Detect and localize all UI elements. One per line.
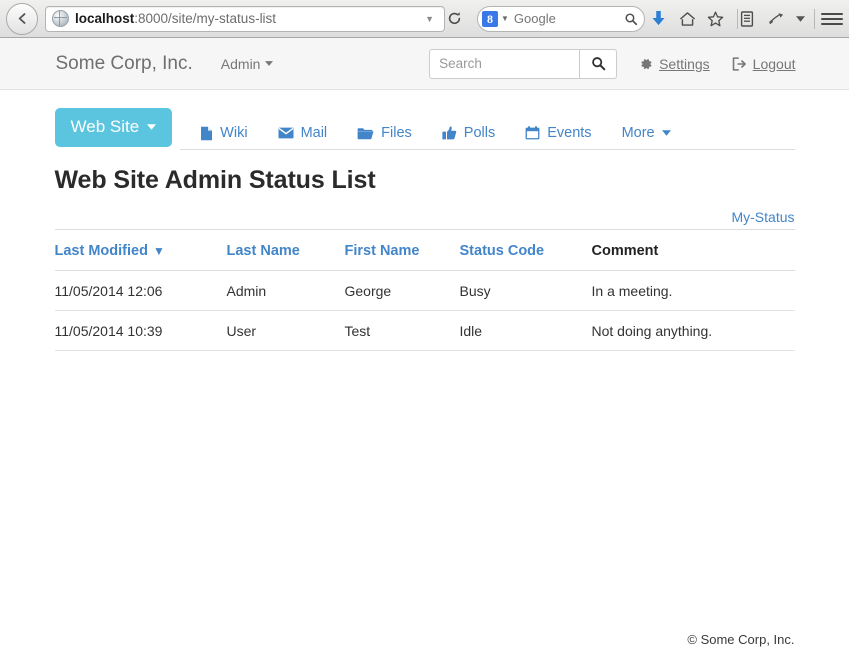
download-icon[interactable] [651,10,679,27]
browser-search-placeholder: Google [513,11,556,26]
sort-last-name-link[interactable]: Last Name [227,243,300,259]
nav-item-wiki[interactable]: Wiki [200,125,248,141]
envelope-icon [278,127,294,139]
url-path: :8000/site/my-status-list [134,11,277,26]
toolbar-divider [737,8,738,29]
nav-item-mail[interactable]: Mail [278,125,328,141]
settings-label: Settings [659,55,710,72]
search-engine-caret-icon[interactable]: ▼ [501,14,509,23]
sort-first-name-link[interactable]: First Name [345,243,420,259]
cell-last-name: Admin [226,270,345,311]
main-navigation: Web Site Wiki Mail Files Polls Events Mo… [54,90,795,150]
chevron-down-icon [265,61,274,66]
brand-title[interactable]: Some Corp, Inc. [56,53,193,75]
nav-item-events-label: Events [547,125,592,141]
address-bar-url: localhost:8000/site/my-status-list [75,11,421,26]
address-dropdown-icon[interactable]: ▼ [421,14,440,24]
sign-out-icon [732,56,747,71]
cell-status-code: Busy [459,270,592,311]
sort-descending-icon: ▼ [152,244,165,258]
nav-item-polls-label: Polls [463,125,496,141]
logout-label: Logout [752,55,796,72]
footer-copyright: © Some Corp, Inc. [687,632,795,647]
caret-down-icon [147,124,157,130]
cell-comment: Not doing anything. [591,310,795,351]
address-bar[interactable]: localhost:8000/site/my-status-list ▼ [45,5,445,32]
settings-link[interactable]: Settings [639,56,710,72]
reload-icon[interactable] [447,11,467,26]
chevron-down-icon-more [661,130,671,136]
nav-links: Wiki Mail Files Polls Events More [200,125,671,150]
file-icon [200,126,213,141]
site-header-inner: Some Corp, Inc. Admin Search Settings Lo… [54,48,796,79]
web-site-button-label: Web Site [70,117,140,136]
browser-toolbar-icons [651,8,843,29]
cell-first-name: George [344,270,460,311]
table-row: 11/05/2014 10:39 User Test Idle Not doin… [54,310,795,351]
cell-comment: In a meeting. [591,270,795,311]
thumbs-up-icon [442,126,457,140]
browser-search-bar[interactable]: 8 ▼ Google [477,5,645,32]
column-header-first-name[interactable]: First Name [344,243,460,271]
home-icon[interactable] [679,11,707,27]
status-table-body: 11/05/2014 12:06 Admin George Busy In a … [54,270,795,351]
my-status-link[interactable]: My-Status [731,209,794,225]
sublink-bar: My-Status [54,195,795,230]
gear-icon [639,57,653,71]
column-header-status-code[interactable]: Status Code [459,243,592,271]
overflow-caret-icon[interactable] [796,15,812,22]
user-menu-label: Admin [220,55,261,72]
logout-link[interactable]: Logout [732,56,796,72]
nav-item-polls[interactable]: Polls [442,125,495,141]
user-menu[interactable]: Admin [221,56,274,72]
browser-toolbar: localhost:8000/site/my-status-list ▼ 8 ▼… [0,0,849,38]
back-button[interactable] [6,2,38,35]
reading-list-icon[interactable] [740,10,768,27]
nav-item-more[interactable]: More [622,125,671,141]
page-container: Web Site Wiki Mail Files Polls Events Mo… [54,90,795,647]
column-header-last-name[interactable]: Last Name [226,243,345,271]
table-row: 11/05/2014 12:06 Admin George Busy In a … [54,270,795,311]
pocket-icon[interactable] [768,11,796,26]
web-site-dropdown-button[interactable]: Web Site [54,108,173,147]
column-header-last-modified[interactable]: Last Modified ▼ [54,243,227,271]
search-input[interactable] [429,48,580,79]
bookmark-star-icon[interactable] [707,10,735,27]
column-header-comment: Comment [591,243,795,271]
site-globe-icon [52,10,69,27]
url-host: localhost [75,11,135,26]
cell-last-modified: 11/05/2014 12:06 [54,270,227,311]
folder-open-icon [357,127,374,140]
sort-status-code-link[interactable]: Status Code [460,243,545,259]
status-table-head: Last Modified ▼ Last Name First Name Stat… [54,243,795,271]
sort-last-modified-link[interactable]: Last Modified ▼ [55,243,165,259]
nav-item-files-label: Files [381,125,412,141]
footer-wrap: © Some Corp, Inc. [55,627,795,647]
nav-item-mail-label: Mail [300,125,328,141]
google-icon: 8 [482,10,498,27]
search-button[interactable] [579,48,618,79]
nav-item-wiki-label: Wiki [220,125,248,141]
table-header-row: Last Modified ▼ Last Name First Name Stat… [54,243,795,271]
menu-icon[interactable] [821,12,843,25]
cell-last-modified: 11/05/2014 10:39 [54,310,227,351]
cell-last-name: User [226,310,345,351]
column-label-last-modified: Last Modified [54,243,148,259]
site-header: Some Corp, Inc. Admin Search Settings Lo… [0,38,849,90]
nav-item-files[interactable]: Files [357,125,412,141]
browser-search-magnifier-icon[interactable] [621,9,641,29]
site-search-group: Settings Logout [429,48,796,79]
cell-status-code: Idle [459,310,592,351]
calendar-icon [525,126,540,140]
cell-first-name: Test [344,310,460,351]
nav-item-more-label: More [621,125,655,141]
status-table: Last Modified ▼ Last Name First Name Stat… [54,243,795,351]
toolbar-divider-2 [814,8,815,29]
page-title: Web Site Admin Status List [54,166,376,194]
nav-item-events[interactable]: Events [525,125,592,141]
